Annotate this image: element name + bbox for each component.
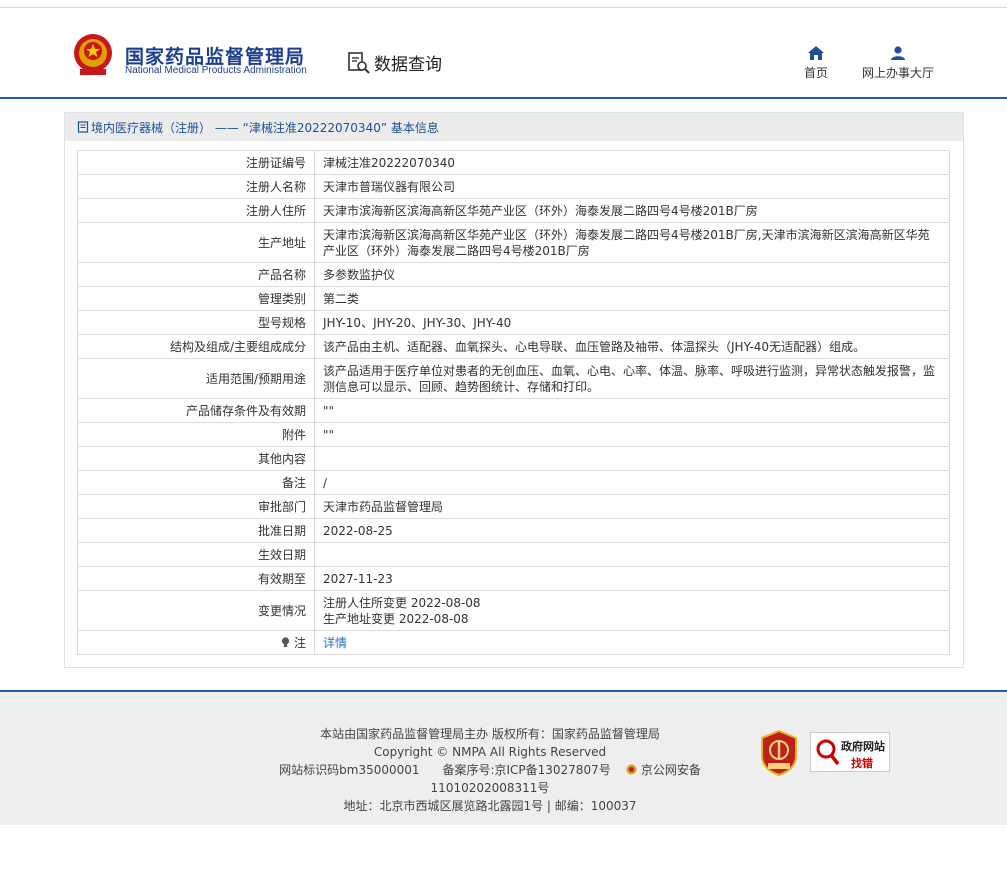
search-document-icon — [348, 51, 370, 74]
row-label: 备注 — [77, 470, 315, 495]
row-value: "" — [314, 422, 950, 447]
table-row: 结构及组成/主要组成成分 该产品由主机、适配器、血氧探头、心电导联、血压管路及袖带… — [77, 334, 950, 359]
national-emblem-icon — [74, 34, 112, 75]
footer-registration: 网站标识码bm35000001 备案序号:京ICP备13027807号 京公网安… — [230, 761, 750, 797]
document-icon — [77, 121, 89, 133]
info-table: 注册证编号 津械注准20222070340 注册人名称 天津市普瑞仪器有限公司 注册… — [77, 150, 950, 655]
row-value — [314, 542, 950, 567]
row-value: 2027-11-23 — [314, 566, 950, 591]
row-value: 天津市滨海新区滨海高新区华苑产业区（环外）海泰发展二路四号4号楼201B厂房 — [314, 198, 950, 223]
site-title-en[interactable]: National Medical Products Administration — [125, 65, 307, 76]
nav-home-label: 首页 — [803, 66, 828, 80]
row-value: 天津市滨海新区滨海高新区华苑产业区（环外）海泰发展二路四号4号楼201B厂房,天… — [314, 222, 950, 263]
footer-text: 本站由国家药品监督管理局主办 版权所有：国家药品监督管理局 Copyright … — [230, 725, 750, 815]
table-row: 其他内容 — [77, 446, 950, 471]
table-row: 有效期至 2027-11-23 — [77, 566, 950, 591]
row-label: 生效日期 — [77, 542, 315, 567]
nav-service-hall[interactable]: 网上办事大厅 — [858, 46, 938, 81]
table-row: 审批部门 天津市药品监督管理局 — [77, 494, 950, 519]
footer-sponsor: 本站由国家药品监督管理局主办 版权所有：国家药品监督管理局 — [320, 727, 660, 741]
data-query-label: 数据查询 — [374, 55, 442, 75]
report-error-label: 找错 — [851, 757, 873, 770]
user-icon — [891, 46, 905, 60]
table-row: 生效日期 — [77, 542, 950, 567]
table-row: 型号规格 JHY-10、JHY-20、JHY-30、JHY-40 — [77, 310, 950, 335]
site-header: 国家药品监督管理局 National Medical Products Admi… — [0, 8, 1007, 99]
row-value: 津械注准20222070340 — [314, 150, 950, 175]
top-border — [0, 0, 1007, 8]
row-value: / — [314, 470, 950, 495]
gov-website-label: 政府网站 — [841, 740, 885, 753]
footer-copyright: Copyright © NMPA All Rights Reserved — [373, 745, 607, 759]
table-row: 产品名称 多参数监护仪 — [77, 262, 950, 287]
details-link[interactable]: 详情 — [323, 636, 347, 650]
row-label: 审批部门 — [77, 494, 315, 519]
party-government-badge-icon[interactable] — [760, 730, 798, 776]
table-row: 注册证编号 津械注准20222070340 — [77, 150, 950, 175]
table-row: 产品储存条件及有效期 "" — [77, 398, 950, 423]
change-entry: 生产地址变更 2022-08-08 — [323, 611, 469, 626]
police-badge-icon — [626, 764, 637, 775]
row-label: 注册证编号 — [77, 150, 315, 175]
row-label: 生产地址 — [77, 222, 315, 263]
row-value: 详情 — [314, 630, 950, 655]
device-info-panel: 境内医疗器械（注册） —— “津械注准20222070340” 基本信息 注册证… — [64, 112, 964, 668]
row-value — [314, 446, 950, 471]
breadcrumb-text: 境内医疗器械（注册） —— “津械注准20222070340” 基本信息 — [91, 120, 439, 135]
row-value: 第二类 — [314, 286, 950, 311]
row-label: 变更情况 — [77, 590, 315, 631]
row-label: 产品名称 — [77, 262, 315, 287]
site-id: 网站标识码bm35000001 — [279, 763, 420, 777]
row-value: "" — [314, 398, 950, 423]
footer-address: 地址：北京市西城区展览路北露园1号 | 邮编：100037 — [343, 799, 637, 813]
row-label: 附件 — [77, 422, 315, 447]
table-row: 备注 / — [77, 470, 950, 495]
row-label: 注 — [77, 630, 315, 655]
breadcrumb: 境内医疗器械（注册） —— “津械注准20222070340” 基本信息 — [65, 113, 963, 141]
row-value: 该产品适用于医疗单位对患者的无创血压、血氧、心电、心率、体温、脉率、呼吸进行监测… — [314, 358, 950, 399]
row-label: 注册人住所 — [77, 198, 315, 223]
table-row: 注册人名称 天津市普瑞仪器有限公司 — [77, 174, 950, 199]
row-value: 天津市药品监督管理局 — [314, 494, 950, 519]
icp-link[interactable]: 备案序号:京ICP备13027807号 — [442, 763, 610, 777]
site-footer: 本站由国家药品监督管理局主办 版权所有：国家药品监督管理局 Copyright … — [0, 690, 1007, 825]
change-entry: 注册人住所变更 2022-08-08 — [323, 595, 481, 610]
magnifier-icon — [816, 739, 840, 766]
row-value: 2022-08-25 — [314, 518, 950, 543]
lightbulb-icon — [282, 636, 290, 647]
table-row: 变更情况 注册人住所变更 2022-08-08 生产地址变更 2022-08-08 — [77, 590, 950, 631]
row-label: 产品储存条件及有效期 — [77, 398, 315, 423]
table-row: 适用范围/预期用途 该产品适用于医疗单位对患者的无创血压、血氧、心电、心率、体温、… — [77, 358, 950, 399]
row-label: 适用范围/预期用途 — [77, 358, 315, 399]
row-label: 管理类别 — [77, 286, 315, 311]
table-row: 生产地址 天津市滨海新区滨海高新区华苑产业区（环外）海泰发展二路四号4号楼201B… — [77, 222, 950, 263]
row-label: 批准日期 — [77, 518, 315, 543]
row-label: 其他内容 — [77, 446, 315, 471]
row-label: 结构及组成/主要组成成分 — [77, 334, 315, 359]
row-label: 型号规格 — [77, 310, 315, 335]
row-value: 多参数监护仪 — [314, 262, 950, 287]
row-value: 该产品由主机、适配器、血氧探头、心电导联、血压管路及袖带、体温探头（JHY-40… — [314, 334, 950, 359]
row-label: 有效期至 — [77, 566, 315, 591]
row-value: 天津市普瑞仪器有限公司 — [314, 174, 950, 199]
nav-home[interactable]: 首页 — [800, 46, 832, 81]
table-row: 管理类别 第二类 — [77, 286, 950, 311]
home-icon — [808, 46, 824, 60]
gov-website-report-badge[interactable]: 政府网站 找错 — [810, 732, 890, 772]
row-value-group: 注册人住所变更 2022-08-08 生产地址变更 2022-08-08 — [314, 590, 950, 631]
table-row: 注册人住所 天津市滨海新区滨海高新区华苑产业区（环外）海泰发展二路四号4号楼201… — [77, 198, 950, 223]
row-value: JHY-10、JHY-20、JHY-30、JHY-40 — [314, 310, 950, 335]
note-label: 注 — [293, 635, 306, 650]
nav-service-hall-label: 网上办事大厅 — [861, 66, 934, 80]
data-query-title: 数据查询 — [347, 50, 442, 75]
table-row: 附件 "" — [77, 422, 950, 447]
table-row: 注 详情 — [77, 630, 950, 655]
row-label: 注册人名称 — [77, 174, 315, 199]
table-row: 批准日期 2022-08-25 — [77, 518, 950, 543]
